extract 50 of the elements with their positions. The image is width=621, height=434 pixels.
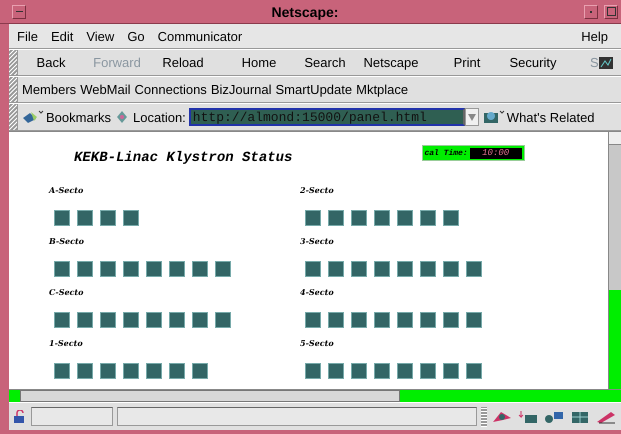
location-icon[interactable] (115, 110, 130, 124)
menu-item[interactable]: File (17, 28, 38, 44)
menu-item[interactable]: Communicator (158, 28, 242, 44)
sector-label: 1-Secto (49, 337, 84, 350)
toolbar-button[interactable]: Security (500, 55, 566, 70)
sector-label: C-Secto (49, 286, 84, 299)
sector-label: A-Secto (49, 184, 84, 197)
bookmark-link[interactable]: BizJournal (210, 82, 272, 97)
component-bar-grip[interactable] (481, 406, 487, 426)
pen-icon[interactable] (595, 410, 617, 424)
sector-label: 5-Secto (300, 337, 335, 350)
dropdown-button[interactable] (464, 108, 479, 126)
menu-item[interactable]: View (86, 28, 114, 44)
bookmark-link[interactable]: Members (22, 82, 76, 97)
toolbar-grip[interactable] (9, 50, 18, 75)
location-label: Location: (133, 110, 186, 124)
time-value: 10:00 (470, 148, 522, 158)
toolbar-button[interactable]: Netscape (358, 55, 424, 70)
bookmark-link[interactable]: Mktplace (356, 82, 408, 97)
toolbar-grip[interactable] (9, 104, 18, 130)
menu-item[interactable]: Go (127, 28, 145, 44)
time-label: cal Time: (424, 148, 468, 158)
menu-item[interactable]: Help (581, 28, 608, 44)
horizontal-scrollbar[interactable] (9, 389, 621, 402)
sector-label: B-Secto (49, 235, 85, 248)
toolbar-button[interactable]: Print (434, 55, 500, 70)
related-icon[interactable] (482, 110, 505, 124)
toolbar-button[interactable]: Search (292, 55, 358, 70)
page-title: KEKB-Linac Klystron Status (74, 150, 292, 166)
toolbar-button[interactable]: Home (226, 55, 292, 70)
minimize-button[interactable] (584, 4, 598, 18)
sector-label: 4-Secto (300, 286, 335, 299)
window-title: Netscape: (270, 4, 340, 20)
vertical-scrollbar[interactable] (608, 132, 621, 389)
bookmarks-icon[interactable] (22, 110, 44, 124)
whats-related-button[interactable]: What's Related (506, 110, 595, 124)
bookmarks-button[interactable]: Bookmarks (46, 110, 112, 124)
maximize-button[interactable] (604, 4, 618, 18)
toolbar-icon[interactable] (598, 56, 613, 70)
toolbar-button[interactable]: Reload (150, 55, 216, 70)
sector-label: 2-Secto (300, 184, 335, 197)
window-menu-button[interactable] (12, 4, 26, 18)
menu-item[interactable]: Edit (50, 28, 74, 44)
lock-icon[interactable] (13, 410, 27, 424)
bookmark-link[interactable]: SmartUpdate (276, 82, 352, 97)
bookmark-link[interactable]: WebMail (80, 82, 131, 97)
bookmark-link[interactable]: Connections (134, 82, 207, 97)
sector-label: 3-Secto (300, 235, 335, 248)
toolbar-button[interactable]: Back (18, 55, 84, 70)
toolbar-grip[interactable] (9, 77, 18, 102)
